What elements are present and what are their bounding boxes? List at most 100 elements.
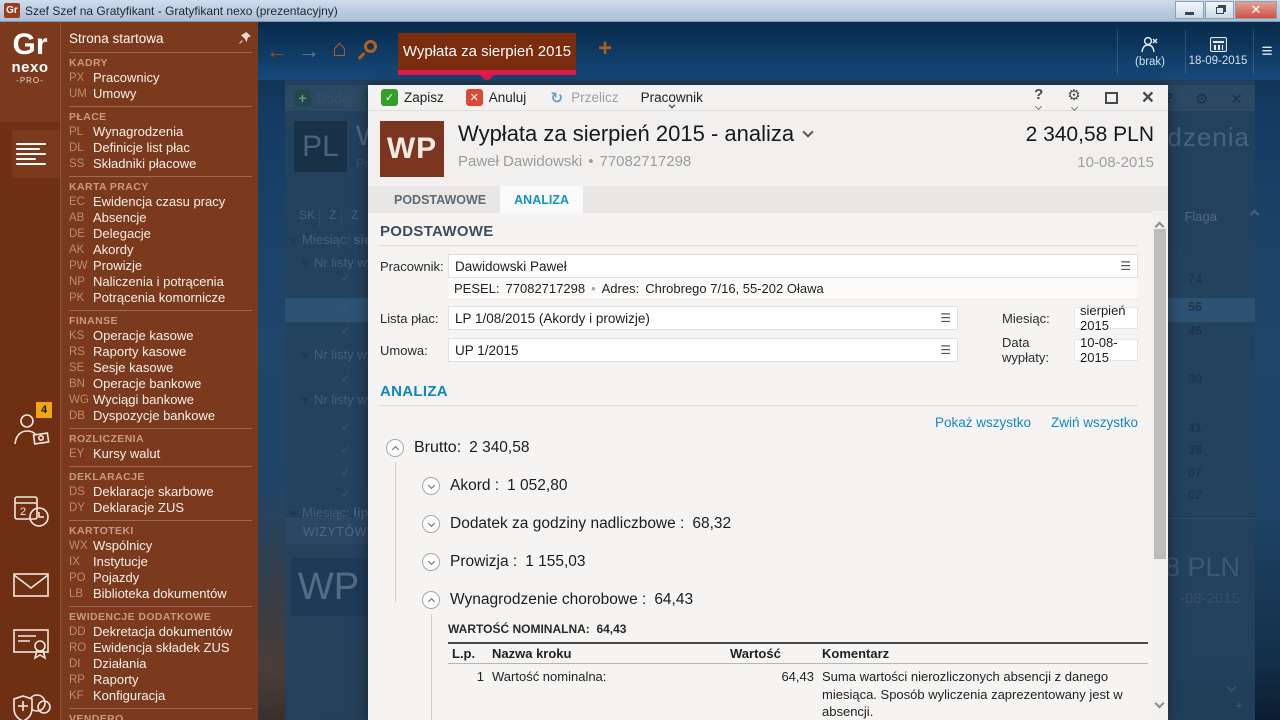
dialog-title[interactable]: Wypłata za sierpień 2015 - analiza <box>458 121 1026 147</box>
sidebar-item-ix[interactable]: IX Instytucje <box>69 554 252 570</box>
lista-plac-field[interactable]: LP 1/08/2015 (Akordy i prowizje) ☰ <box>448 306 958 330</box>
sidebar-item-bn[interactable]: BN Operacje bankowe <box>69 376 252 392</box>
analysis-tree: Brutto: 2 340,58 Akord : 1 052,80 Dodatek za… <box>380 436 1148 720</box>
sidebar-item-ks[interactable]: KS Operacje kasowe <box>69 328 252 344</box>
sidebar-item-code: PX <box>69 72 85 84</box>
sidebar-item-um[interactable]: UM Umowy <box>69 86 252 102</box>
sidebar-item-lb[interactable]: LB Biblioteka dokumentów <box>69 586 252 602</box>
search-icon[interactable] <box>357 40 377 60</box>
expander-expand-icon[interactable] <box>422 515 440 533</box>
sidebar-item-ds[interactable]: DS Deklaracje skarbowe <box>69 484 252 500</box>
sidebar-item-ak[interactable]: AK Akordy <box>69 242 252 258</box>
umowa-field[interactable]: UP 1/2015 ☰ <box>448 338 958 362</box>
expander-expand-icon[interactable] <box>422 553 440 571</box>
services-shield-icon[interactable] <box>10 686 52 720</box>
sidebar-item-pw[interactable]: PW Prowizje <box>69 258 252 274</box>
close-dialog-icon[interactable]: × <box>1142 87 1154 108</box>
pin-icon[interactable] <box>238 31 252 45</box>
logo-text: Gr <box>12 28 48 61</box>
dialog-subtitle: Paweł Dawidowski • 77082717298 <box>458 153 692 170</box>
sidebar-item-ro[interactable]: RO Ewidencja składek ZUS <box>69 640 252 656</box>
sidebar-item-wx[interactable]: WX Wspólnicy <box>69 538 252 554</box>
modules-menu-icon[interactable] <box>12 130 60 178</box>
maximize-icon[interactable] <box>1104 91 1118 104</box>
show-all-link[interactable]: Pokaż wszystko <box>935 415 1031 430</box>
tree-row: Prowizja : 1 155,03 <box>416 550 1138 574</box>
sidebar-item-de[interactable]: DE Delegacje <box>69 226 252 242</box>
x-icon: ✕ <box>465 89 483 106</box>
home-icon[interactable]: ⌂ <box>332 34 347 64</box>
payout-amount: 2 340,58 PLN <box>1025 123 1154 146</box>
sidebar-item-label: Wynagrodzenia <box>93 124 184 139</box>
recalculate-button[interactable]: ↻ Przelicz <box>548 89 619 107</box>
sidebar-item-rp[interactable]: RP Raporty <box>69 672 252 688</box>
sidebar-item-label: Deklaracje skarbowe <box>93 484 214 499</box>
save-button[interactable]: ✓ Zapisz <box>381 89 444 106</box>
tab-podstawowe[interactable]: PODSTAWOWE <box>380 186 500 213</box>
expander-collapse-icon[interactable] <box>422 591 440 609</box>
sidebar-item-code: PK <box>69 292 85 304</box>
restore-button[interactable] <box>1205 1 1234 19</box>
date-button[interactable]: 18-09-2015 <box>1186 26 1250 78</box>
sidebar-item-code: DI <box>69 658 81 670</box>
sidebar-item-home[interactable]: Strona startowa <box>69 28 252 48</box>
sidebar-section-header: ROZLICZENIA <box>69 433 144 445</box>
app-logo[interactable]: Gr nexo -PRO- <box>0 22 60 122</box>
pracownik-menu-button[interactable]: Pracownik <box>641 90 703 109</box>
field-menu-icon[interactable]: ☰ <box>940 344 951 356</box>
sidebar-item-kf[interactable]: KF Konfiguracja <box>69 688 252 704</box>
sidebar-item-ec[interactable]: EC Ewidencja czasu pracy <box>69 194 252 210</box>
tree-item-value: 2 340,58 <box>469 439 530 456</box>
expander-expand-icon[interactable] <box>422 477 440 495</box>
sidebar-item-code: RS <box>69 346 85 358</box>
sidebar-item-dd[interactable]: DD Dekretacja dokumentów <box>69 624 252 640</box>
sidebar-item-label: Deklaracje ZUS <box>93 500 185 515</box>
sidebar-item-dl[interactable]: DL Definicje list płac <box>69 140 252 156</box>
sidebar-item-px[interactable]: PX Pracownicy <box>69 70 252 86</box>
pracownik-field[interactable]: Dawidowski Paweł ☰ <box>448 254 1138 278</box>
scroll-down-icon[interactable] <box>1154 694 1165 712</box>
sidebar-item-code: DE <box>69 228 85 240</box>
expander-collapse-icon[interactable] <box>386 439 404 457</box>
current-date: 18-09-2015 <box>1188 55 1248 67</box>
collapse-all-link[interactable]: Zwiń wszystko <box>1051 415 1138 430</box>
scrollbar-thumb[interactable] <box>1154 229 1166 559</box>
mail-icon[interactable] <box>10 564 52 606</box>
nav-back-icon[interactable]: ← <box>266 36 288 66</box>
sidebar-item-pl[interactable]: PL Wynagrodzenia <box>69 124 252 140</box>
sidebar-item-se[interactable]: SE Sesje kasowe <box>69 360 252 376</box>
sidebar-item-label: Prowizje <box>93 258 143 273</box>
new-tab-icon[interactable]: + <box>598 34 612 64</box>
tab-analiza[interactable]: ANALIZA <box>500 186 583 213</box>
certificate-icon[interactable] <box>10 622 52 664</box>
app-menu-icon[interactable]: ≡ <box>1254 26 1280 78</box>
calendar-clock-icon[interactable]: 2 <box>10 490 52 532</box>
user-select-button[interactable]: (brak) <box>1120 26 1180 78</box>
sidebar-item-wg[interactable]: WG Wyciągi bankowe <box>69 392 252 408</box>
sidebar-item-ey[interactable]: EY Kursy walut <box>69 446 252 462</box>
open-tab-wyplata[interactable]: Wypłata za sierpień 2015 <box>398 33 576 75</box>
sidebar-item-di[interactable]: DI Działania <box>69 656 252 672</box>
sidebar-item-ss[interactable]: SS Składniki płacowe <box>69 156 252 172</box>
sidebar-item-np[interactable]: NP Naliczenia i potrącenia <box>69 274 252 290</box>
sidebar-item-pk[interactable]: PK Potrącenia komornicze <box>69 290 252 306</box>
sidebar-item-db[interactable]: DB Dyspozycje bankowe <box>69 408 252 424</box>
settings-gear-icon[interactable]: ⚙ <box>1067 86 1081 111</box>
tree-item-label: Prowizja : <box>450 553 518 570</box>
sidebar-item-ab[interactable]: AB Absencje <box>69 210 252 226</box>
dialog-scrollbar[interactable] <box>1152 211 1168 720</box>
sidebar-section-header: DEKLARACJE <box>69 471 145 483</box>
minimize-button[interactable] <box>1175 1 1204 19</box>
sidebar-item-label: Sesje kasowe <box>93 360 174 375</box>
sidebar-item-rs[interactable]: RS Raporty kasowe <box>69 344 252 360</box>
sidebar-item-dy[interactable]: DY Deklaracje ZUS <box>69 500 252 516</box>
close-window-button[interactable]: ✕ <box>1235 1 1277 19</box>
tree-item-value: 1 052,80 <box>507 477 568 494</box>
nav-forward-icon[interactable]: → <box>298 36 320 66</box>
sidebar-section-header: PŁACE <box>69 111 107 123</box>
field-menu-icon[interactable]: ☰ <box>1120 260 1131 272</box>
help-icon[interactable]: ? <box>1034 86 1043 111</box>
sidebar-item-po[interactable]: PO Pojazdy <box>69 570 252 586</box>
field-menu-icon[interactable]: ☰ <box>940 312 951 324</box>
cancel-button[interactable]: ✕ Anuluj <box>465 89 526 106</box>
